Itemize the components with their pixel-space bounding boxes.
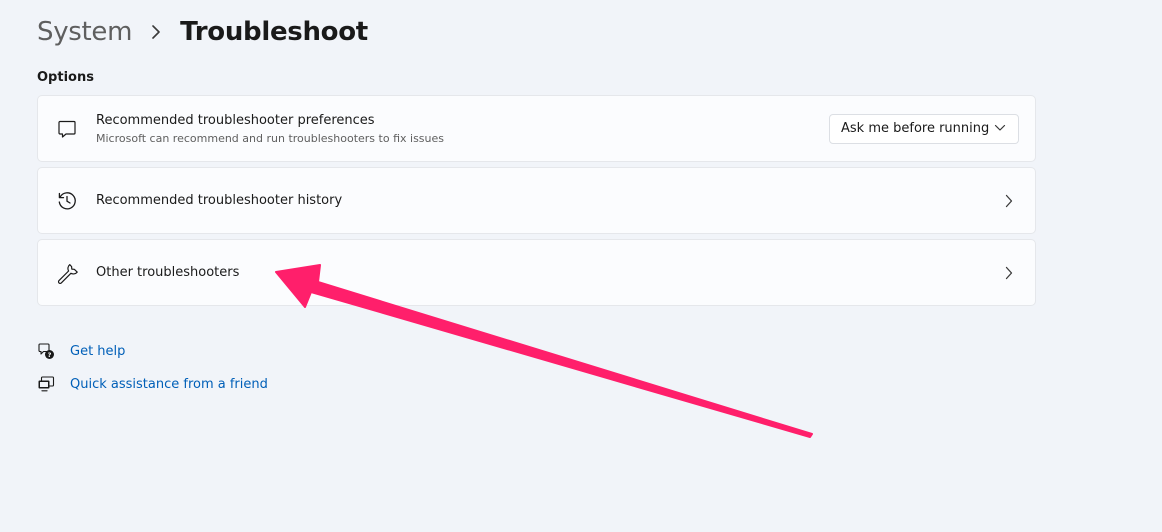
dropdown-value: Ask me before running	[841, 121, 990, 136]
quick-assist-link[interactable]: Quick assistance from a friend	[37, 374, 268, 394]
chevron-right-icon	[148, 24, 164, 40]
card-troubleshooter-preferences: Recommended troubleshooter preferences M…	[37, 95, 1036, 162]
card-troubleshooter-history[interactable]: Recommended troubleshooter history	[37, 167, 1036, 234]
card-title: Recommended troubleshooter preferences	[96, 112, 375, 128]
page-title: Troubleshoot	[180, 17, 368, 47]
troubleshooter-preference-dropdown[interactable]: Ask me before running	[829, 113, 1019, 144]
svg-text:?: ?	[48, 351, 52, 359]
chevron-right-icon	[1001, 193, 1017, 209]
get-help-label: Get help	[70, 343, 126, 359]
history-icon	[55, 189, 79, 213]
breadcrumb-system[interactable]: System	[37, 17, 132, 47]
remote-assist-icon	[37, 375, 55, 393]
chevron-down-icon	[994, 121, 1006, 136]
wrench-icon	[55, 261, 79, 285]
card-title: Recommended troubleshooter history	[96, 192, 343, 208]
chevron-right-icon	[1001, 265, 1017, 281]
get-help-link[interactable]: ? Get help	[37, 341, 125, 361]
section-label-options: Options	[37, 70, 94, 85]
card-other-troubleshooters[interactable]: Other troubleshooters	[37, 239, 1036, 306]
card-description: Microsoft can recommend and run troubles…	[96, 131, 444, 145]
breadcrumb: System Troubleshoot	[37, 14, 368, 50]
quick-assist-label: Quick assistance from a friend	[70, 376, 268, 392]
help-chat-icon: ?	[37, 342, 55, 360]
chat-bubble-icon	[55, 117, 79, 141]
card-title: Other troubleshooters	[96, 264, 240, 280]
